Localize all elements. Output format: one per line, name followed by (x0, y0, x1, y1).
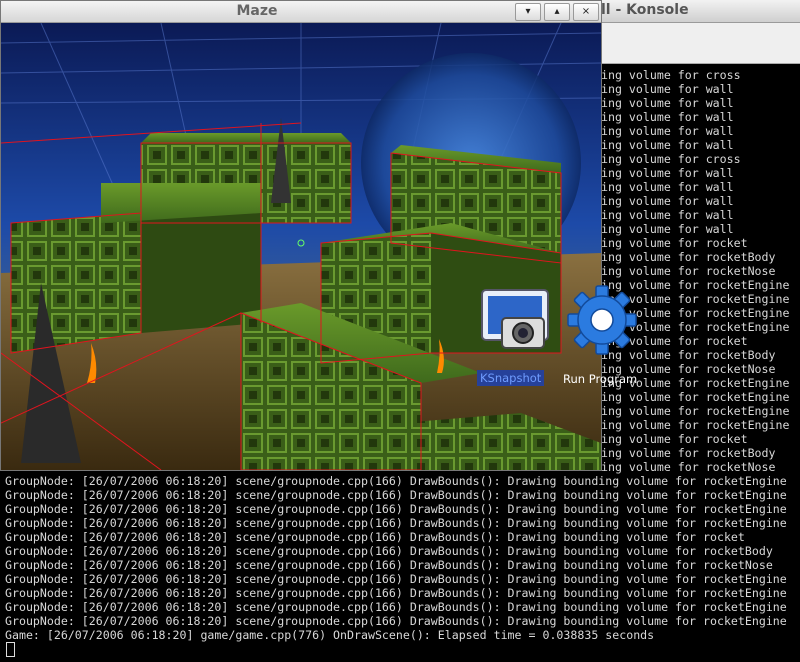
terminal-line: ing volume for rocket (601, 432, 748, 446)
ksnapshot-icon (481, 289, 549, 349)
run-program-label[interactable]: Run Program (563, 372, 637, 386)
terminal-line: ing volume for wall (601, 82, 734, 96)
ksnapshot-label[interactable]: KSnapshot (477, 370, 545, 386)
terminal-line: GroupNode: [26/07/2006 06:18:20] scene/g… (5, 488, 787, 502)
maze-window: Maze ▾ ▴ × (0, 0, 602, 471)
terminal-line: GroupNode: [26/07/2006 06:18:20] scene/g… (5, 544, 773, 558)
maze-3d-viewport[interactable] (1, 23, 601, 470)
terminal-line: GroupNode: [26/07/2006 06:18:20] scene/g… (5, 502, 787, 516)
run-program-desktop-icon[interactable] (566, 284, 638, 356)
terminal-line: ing volume for wall (601, 222, 734, 236)
maximize-button[interactable]: ▴ (544, 3, 570, 21)
terminal-cursor (6, 642, 15, 657)
terminal-visible-right-column: ing volume for cross ing volume for wall i… (601, 68, 800, 474)
terminal-line: GroupNode: [26/07/2006 06:18:20] scene/g… (5, 600, 787, 614)
terminal-line: GroupNode: [26/07/2006 06:18:20] scene/g… (5, 558, 773, 572)
terminal-line: ing volume for wall (601, 208, 734, 222)
konsole-window-title: ll - Konsole (601, 2, 689, 18)
maze-window-title: Maze (236, 3, 278, 19)
terminal-line: ing volume for rocketBody (601, 250, 776, 264)
terminal-line: GroupNode: [26/07/2006 06:18:20] scene/g… (5, 572, 787, 586)
gear-icon (567, 285, 637, 355)
terminal-line: Game: [26/07/2006 06:18:20] game/game.cp… (5, 628, 655, 642)
shade-button[interactable]: ▾ (515, 3, 541, 21)
close-button[interactable]: × (573, 3, 599, 21)
terminal-line: ing volume for wall (601, 194, 734, 208)
terminal-bottom-lines: GroupNode: [26/07/2006 06:18:20] scene/g… (5, 474, 800, 642)
terminal-line: ing volume for wall (601, 110, 734, 124)
terminal-line: GroupNode: [26/07/2006 06:18:20] scene/g… (5, 530, 745, 544)
terminal-line: ing volume for rocketNose (601, 264, 776, 278)
terminal-line: GroupNode: [26/07/2006 06:18:20] scene/g… (5, 614, 787, 628)
ksnapshot-desktop-icon[interactable] (478, 286, 552, 356)
terminal-line: ing volume for rocketEngine (601, 404, 790, 418)
terminal-line: GroupNode: [26/07/2006 06:18:20] scene/g… (5, 586, 787, 600)
terminal-line: ing volume for rocketEngine (601, 418, 790, 432)
terminal-line: GroupNode: [26/07/2006 06:18:20] scene/g… (5, 474, 787, 488)
terminal-line: ing volume for rocketBody (601, 446, 776, 460)
terminal-line: ing volume for wall (601, 180, 734, 194)
terminal-line: GroupNode: [26/07/2006 06:18:20] scene/g… (5, 516, 787, 530)
terminal-line: ing volume for wall (601, 124, 734, 138)
terminal-line: ing volume for wall (601, 166, 734, 180)
terminal-line: ing volume for cross (601, 68, 741, 82)
terminal-line: ing volume for rocket (601, 236, 748, 250)
terminal-line: ing volume for wall (601, 96, 734, 110)
terminal-line: ing volume for rocketNose (601, 460, 776, 474)
terminal-line: ing volume for rocketEngine (601, 390, 790, 404)
terminal-line: ing volume for wall (601, 138, 734, 152)
maze-titlebar[interactable]: Maze ▾ ▴ × (1, 1, 601, 23)
terminal-line: ing volume for cross (601, 152, 741, 166)
